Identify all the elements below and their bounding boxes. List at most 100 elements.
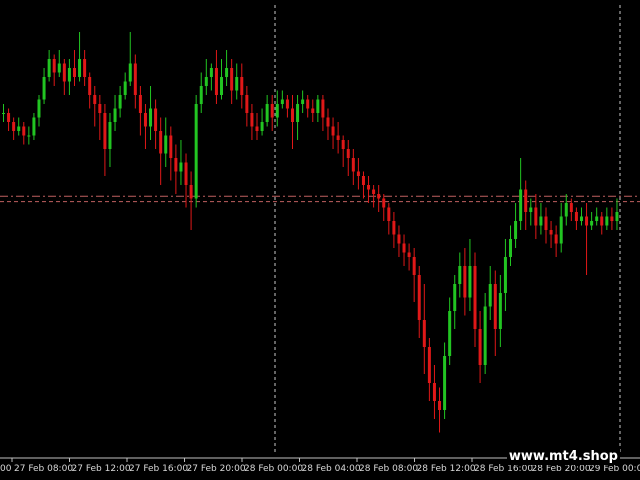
- candle: [88, 72, 92, 109]
- candle: [72, 50, 76, 86]
- candle-body: [280, 99, 284, 104]
- candle: [361, 171, 365, 199]
- candle: [108, 113, 112, 167]
- candle-body: [346, 149, 350, 158]
- candle: [432, 365, 436, 419]
- candle: [448, 297, 452, 365]
- candle: [392, 212, 396, 248]
- candle: [402, 234, 406, 266]
- candle-body: [118, 95, 122, 109]
- candle: [367, 176, 371, 203]
- candle: [113, 95, 117, 131]
- candle-body: [72, 68, 76, 77]
- candle: [610, 207, 614, 230]
- candlestick-chart-svg[interactable]: 00 27 Feb 08:0027 Feb 12:0027 Feb 16:0027…: [0, 0, 640, 480]
- candle-body: [549, 230, 553, 235]
- candle: [397, 225, 401, 257]
- candle-body: [143, 113, 147, 127]
- candle: [189, 171, 193, 230]
- candle-body: [220, 77, 224, 95]
- candle: [458, 252, 462, 298]
- candle: [199, 72, 203, 113]
- candle: [443, 342, 447, 419]
- candle-body: [260, 122, 264, 131]
- candle-body: [154, 108, 158, 131]
- candle: [559, 203, 563, 253]
- candle: [498, 275, 502, 347]
- candle-body: [138, 95, 142, 113]
- candle: [509, 225, 512, 266]
- time-axis-label: 28 Feb 08:00: [359, 464, 418, 474]
- candle-body: [372, 189, 376, 194]
- time-axis-label: 00: [0, 464, 12, 474]
- candle: [83, 50, 87, 86]
- candle: [549, 221, 553, 248]
- price-chart[interactable]: 00 27 Feb 08:00 27 Feb 12:00 27 Feb 16:00 27…: [0, 0, 640, 480]
- candle: [412, 248, 416, 302]
- time-axis-label: 27 Feb 16:00: [129, 464, 188, 474]
- candle: [143, 104, 147, 149]
- candle: [595, 207, 599, 226]
- time-axis-label: 29 Feb 00:00: [589, 464, 640, 474]
- candle: [37, 95, 41, 127]
- candle: [154, 99, 158, 149]
- candle-body: [169, 135, 173, 158]
- candle-body: [554, 234, 558, 244]
- candle: [47, 50, 51, 82]
- candle-body: [443, 356, 447, 410]
- candle: [118, 86, 122, 118]
- candle-body: [569, 203, 573, 212]
- candle: [184, 153, 188, 208]
- candle: [123, 72, 127, 100]
- candle: [387, 203, 391, 235]
- candle: [478, 311, 482, 383]
- candle: [169, 126, 173, 181]
- candle-body: [103, 113, 107, 149]
- candle-body: [407, 252, 411, 257]
- candle-body: [463, 266, 467, 298]
- candle-body: [17, 126, 21, 131]
- candle: [427, 338, 431, 401]
- candle: [574, 207, 578, 230]
- candle: [301, 90, 305, 113]
- candle: [245, 86, 249, 127]
- candle-body: [321, 99, 325, 118]
- candle-body: [113, 108, 117, 122]
- time-axis-label: 28 Feb 16:00: [474, 464, 533, 474]
- candle-body: [265, 104, 269, 122]
- candle-body: [32, 117, 36, 136]
- candle: [78, 32, 82, 82]
- candle: [600, 212, 604, 235]
- candle-body: [2, 113, 5, 114]
- candle-body: [341, 140, 345, 149]
- candle-body: [392, 221, 396, 235]
- candle: [468, 239, 472, 311]
- candle-body: [468, 266, 472, 298]
- candle: [351, 149, 355, 185]
- candle: [57, 50, 61, 77]
- candle-body: [230, 68, 234, 91]
- time-axis-label: 28 Feb 12:00: [417, 464, 476, 474]
- time-axis-label: 27 Feb 08:00: [14, 464, 73, 474]
- candle: [316, 95, 320, 122]
- candle: [52, 54, 56, 86]
- candle: [529, 198, 533, 226]
- candle: [179, 140, 183, 185]
- candle-body: [605, 216, 609, 226]
- candle-body: [159, 131, 163, 154]
- candle: [539, 203, 543, 235]
- candle-body: [579, 216, 583, 221]
- candle-body: [128, 63, 132, 82]
- candle: [27, 126, 31, 145]
- candle-body: [57, 63, 61, 73]
- candle-body: [356, 171, 360, 176]
- candle-body: [498, 293, 502, 329]
- candle: [346, 140, 350, 176]
- candle-body: [12, 122, 16, 131]
- candle-body: [473, 266, 477, 329]
- time-axis-label: 27 Feb 20:00: [187, 464, 246, 474]
- candle: [331, 117, 335, 149]
- candle-body: [417, 275, 421, 320]
- candle: [42, 68, 46, 104]
- candle: [260, 108, 264, 136]
